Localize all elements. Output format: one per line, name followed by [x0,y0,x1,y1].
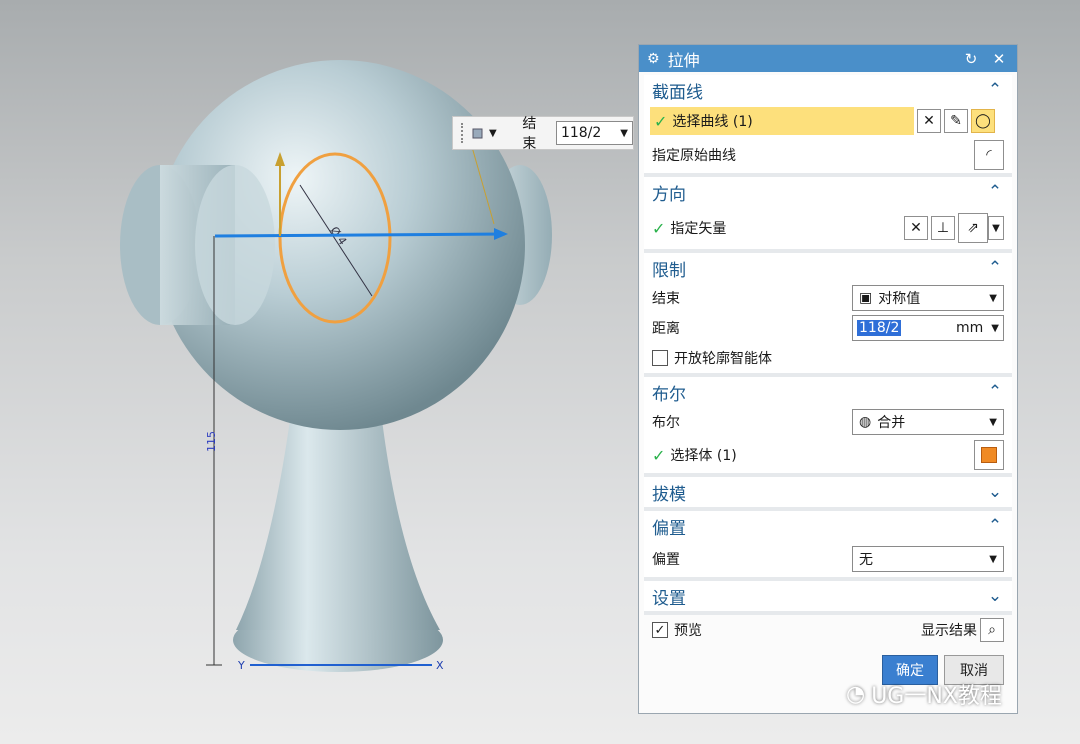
vector-dialog-icon[interactable]: ⊥ [931,216,955,240]
section-curve: 截面线 ⌃ ✓ 选择曲线 (1) ✕ ✎ ◯ 指定原始曲线 ◜ [644,75,1012,173]
boolean-row: 布尔 ◍ 合并 ▼ [644,407,1012,437]
chevron-down-icon[interactable]: ▼ [988,216,1004,240]
reset-icon[interactable]: ↻ [961,49,981,69]
chevron-down-icon: ▼ [989,416,997,428]
check-icon: ✓ [652,218,666,238]
open-profile-row[interactable]: 开放轮廓智能体 [644,343,1012,373]
cube-icon [472,128,483,139]
open-profile-checkbox[interactable] [652,350,668,366]
section-limits: 限制 ⌃ 结束 ▣ 对称值 ▼ 距离 118/2 mm ▼ 开放轮廓智能体 [644,253,1012,373]
curve-icon[interactable]: ◯ [971,109,995,133]
chevron-down-icon: ▼ [488,127,497,139]
neck-body [236,420,440,630]
chevron-down-icon: ▼ [620,127,628,139]
y-axis-label: Y [237,659,245,672]
select-curve-row[interactable]: ✓ 选择曲线 (1) ✕ ✎ ◯ [644,105,1012,137]
dialog-title: 拉伸 [667,50,700,70]
section-offset: 偏置 ⌃ 偏置 无 ▼ [644,511,1012,577]
select-body-row[interactable]: ✓ 选择体 (1) [644,437,1012,473]
check-icon: ✓ [654,111,668,131]
end-select[interactable]: ▣ 对称值 ▼ [852,285,1004,311]
vector-type-icon[interactable]: ⇗ [958,213,988,243]
dialog-body: 截面线 ⌃ ✓ 选择曲线 (1) ✕ ✎ ◯ 指定原始曲线 ◜ 方向 ⌃ ✓ 指… [644,75,1012,685]
chevron-up-icon[interactable]: ⌃ [986,382,1004,402]
wechat-icon: ◔ [846,681,866,707]
section-settings-header[interactable]: 设置 ⌄ [644,581,1012,611]
chevron-up-icon[interactable]: ⌃ [986,80,1004,100]
section-limits-header[interactable]: 限制 ⌃ [644,253,1012,283]
chevron-up-icon[interactable]: ⌃ [986,182,1004,202]
solid-body-icon[interactable] [974,440,1004,470]
specify-origin-row: 指定原始曲线 ◜ [644,137,1012,173]
direction-vector[interactable] [214,232,506,238]
specify-vector-row: ✓ 指定矢量 ✕ ⊥ ⇗ ▼ [644,207,1012,249]
magnifier-icon[interactable]: ⌕ [980,618,1004,642]
show-result-label: 显示结果 [921,623,977,639]
end-label: 结束 [522,116,537,152]
extrude-dialog: ⚙ 拉伸 ↻ ✕ 截面线 ⌃ ✓ 选择曲线 (1) ✕ ✎ ◯ 指定原始曲线 ◜ [638,44,1018,714]
section-direction-header[interactable]: 方向 ⌃ [644,177,1012,207]
end-row: 结束 ▣ 对称值 ▼ [644,283,1012,313]
chevron-down-icon[interactable]: ⌄ [986,482,1004,502]
section-offset-header[interactable]: 偏置 ⌃ [644,511,1012,541]
distance-input[interactable]: 118/2 mm ▼ [852,315,1004,341]
distance-row: 距离 118/2 mm ▼ [644,313,1012,343]
mini-toolbar: ▼ 结束 118/2 ▼ [452,116,634,152]
preview-checkbox[interactable]: ✓ [652,622,668,638]
dialog-footer: ✓ 预览 显示结果 ⌕ 确定 取消 [644,615,1012,685]
chevron-down-icon[interactable]: ⌄ [986,586,1004,606]
end-value-field[interactable]: 118/2 ▼ [555,121,633,145]
limit-type-dropdown[interactable]: ▼ [471,122,516,144]
offset-row: 偏置 无 ▼ [644,541,1012,577]
dialog-title-bar[interactable]: ⚙ 拉伸 ↻ ✕ [639,45,1017,72]
section-boolean-header[interactable]: 布尔 ⌃ [644,377,1012,407]
deselect-icon[interactable]: ✕ [917,109,941,133]
close-icon[interactable]: ✕ [989,49,1009,69]
section-direction: 方向 ⌃ ✓ 指定矢量 ✕ ⊥ ⇗ ▼ [644,177,1012,249]
boolean-select[interactable]: ◍ 合并 ▼ [852,409,1004,435]
chevron-up-icon[interactable]: ⌃ [986,516,1004,536]
chevron-down-icon: ▼ [989,292,997,304]
section-draft-header[interactable]: 拔模 ⌄ [644,477,1012,507]
section-boolean: 布尔 ⌃ 布尔 ◍ 合并 ▼ ✓ 选择体 (1) [644,377,1012,473]
chevron-up-icon[interactable]: ⌃ [986,258,1004,278]
chevron-down-icon: ▼ [989,553,997,565]
origin-curve-icon[interactable]: ◜ [974,140,1004,170]
watermark: ◔ UG一NX教程 [846,681,1002,710]
unite-icon: ◍ [859,414,872,430]
section-curve-header[interactable]: 截面线 ⌃ [644,75,1012,105]
chevron-down-icon[interactable]: ▼ [991,323,999,334]
left-ear-face [195,165,275,325]
height-label[interactable]: 115 [205,431,218,452]
sketch-section-icon[interactable]: ✎ [944,109,968,133]
end-value-text: 118/2 [560,125,602,141]
gear-icon: ⚙ [647,50,660,67]
offset-select[interactable]: 无 ▼ [852,546,1004,572]
cube-icon: ▣ [859,290,873,306]
select-curve-field[interactable]: ✓ 选择曲线 (1) [650,107,914,135]
grip-handle[interactable] [461,123,465,143]
x-axis-label: X [436,659,444,672]
preview-row: ✓ 预览 显示结果 ⌕ [644,615,1012,645]
section-settings: 设置 ⌄ [644,581,1012,611]
section-draft: 拔模 ⌄ [644,477,1012,507]
check-icon: ✓ [652,445,666,465]
reverse-direction-icon[interactable]: ✕ [904,216,928,240]
